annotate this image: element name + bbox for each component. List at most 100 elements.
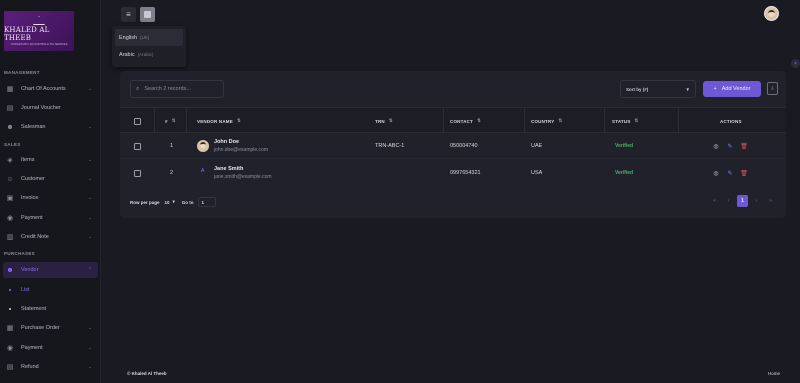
- delete-icon[interactable]: 🗑: [740, 142, 748, 150]
- sidebar-item-items[interactable]: ◈ Items ⌄: [3, 152, 98, 168]
- rows-per-page-select[interactable]: 10 ▾: [165, 199, 175, 205]
- language-option-english[interactable]: English (UK): [115, 29, 183, 46]
- chevron-down-icon: ⌄: [87, 124, 92, 130]
- sidebar-item-label: Vendor: [21, 267, 39, 273]
- row-number: 1: [170, 143, 174, 149]
- language-icon: [144, 11, 151, 18]
- chart-icon: ▦: [6, 86, 14, 93]
- sidebar-subitem-list[interactable]: List: [9, 283, 30, 297]
- vendor-name-cell: John Doe john.doe@example.com: [214, 133, 268, 159]
- page-button-current[interactable]: 1: [737, 195, 748, 207]
- add-vendor-button[interactable]: + Add Vendor: [703, 81, 761, 97]
- table-footer: Row per page 10 ▾ Go to 1 « ‹ 1 › »: [120, 193, 786, 211]
- view-icon[interactable]: ◎: [712, 142, 720, 150]
- sort-icon: ⇅: [558, 118, 563, 123]
- menu-toggle-button[interactable]: ≡: [121, 7, 136, 22]
- user-icon: ☺: [6, 175, 14, 183]
- next-page-icon[interactable]: ›: [751, 195, 762, 207]
- user-avatar[interactable]: [764, 6, 779, 21]
- sidebar: KHALED AL THEEB CONSULTANCY ACCOUNTING &…: [0, 0, 101, 383]
- vendor-name[interactable]: Jane Smith: [214, 166, 243, 172]
- language-option-arabic[interactable]: Arabic (Arabic): [115, 46, 183, 63]
- header-trn[interactable]: TRN ⇅: [375, 108, 393, 134]
- column-divider: [154, 108, 155, 134]
- search-input[interactable]: [144, 86, 220, 92]
- sidebar-item-label: Journal Voucher: [21, 105, 61, 111]
- row-actions: ◎ ✎ 🗑: [712, 160, 748, 186]
- row-checkbox[interactable]: [134, 142, 141, 150]
- last-page-icon[interactable]: »: [765, 195, 776, 207]
- table-row[interactable]: 1 John Doe john.doe@example.com TRN-ABC-…: [120, 133, 786, 159]
- header-label: COUNTRY: [531, 118, 555, 124]
- note-icon: ▥: [6, 234, 14, 241]
- customizer-toggle[interactable]: ×: [791, 59, 800, 68]
- brand-logo[interactable]: KHALED AL THEEB CONSULTANCY ACCOUNTING &…: [4, 11, 74, 51]
- sidebar-item-journal-voucher[interactable]: ▤ Journal Voucher: [3, 100, 98, 116]
- column-divider: [524, 108, 525, 134]
- avatar-face: [768, 10, 775, 17]
- select-all-checkbox[interactable]: [134, 117, 141, 125]
- sort-icon: ⇅: [477, 118, 482, 123]
- language-code: (UK): [140, 35, 150, 40]
- header-label: #: [165, 118, 168, 124]
- sidebar-item-label: Customer: [21, 176, 45, 182]
- sort-select[interactable]: Sort by (#) ▼: [620, 80, 696, 98]
- sidebar-item-invoice[interactable]: ▣ Invoice ⌄: [3, 190, 98, 206]
- header-label: CONTACT: [450, 118, 474, 124]
- sidebar-item-vendor[interactable]: ☻ Vendor ⌃: [3, 262, 98, 278]
- sidebar-item-purchase-order[interactable]: ▦ Purchase Order ⌄: [3, 320, 98, 336]
- close-icon: ×: [794, 60, 797, 67]
- header-label: STATUS: [612, 118, 631, 124]
- language-code: (Arabic): [137, 52, 154, 57]
- goto-input[interactable]: 1: [197, 197, 216, 207]
- vendor-contact: 0997654321: [450, 170, 481, 176]
- sidebar-item-credit-note[interactable]: ▥ Credit Note ⌄: [3, 229, 98, 245]
- sidebar-item-payment[interactable]: ◉ Payment ⌄: [3, 210, 98, 226]
- sidebar-subitem-statement[interactable]: Statement: [9, 302, 46, 316]
- avatar-face: [200, 142, 206, 148]
- sidebar-item-payment-purchases[interactable]: ◉ Payment ⌄: [3, 340, 98, 356]
- sidebar-item-label: Salesman: [21, 124, 46, 130]
- vendor-name[interactable]: John Doe: [214, 139, 239, 145]
- sidebar-item-label: Invoice: [21, 195, 39, 201]
- header-country[interactable]: COUNTRY ⇅: [531, 108, 562, 134]
- chevron-down-icon: ⌄: [87, 86, 92, 92]
- edit-icon[interactable]: ✎: [726, 142, 734, 150]
- sort-icon: ⇅: [388, 118, 393, 123]
- row-checkbox[interactable]: [134, 169, 141, 177]
- vendor-country: USA: [531, 170, 543, 176]
- cart-icon: ▦: [6, 325, 14, 332]
- header-actions: ACTIONS: [720, 108, 742, 134]
- language-button[interactable]: [140, 7, 155, 22]
- copyright: © Khaled Al Theeb: [127, 371, 167, 376]
- sidebar-item-label: Purchase Order: [21, 325, 60, 331]
- brand-name: KHALED AL THEEB: [4, 26, 50, 42]
- row-number: 2: [170, 170, 174, 176]
- edit-icon[interactable]: ✎: [726, 169, 734, 177]
- export-button[interactable]: ⇩: [767, 82, 778, 95]
- sidebar-item-salesman[interactable]: ☻ Salesman ⌄: [3, 119, 98, 135]
- header-status[interactable]: STATUS ⇅: [612, 108, 639, 134]
- vendor-table-card: ⌕ Sort by (#) ▼ + Add Vendor ⇩ # ⇅ VENDO…: [120, 71, 786, 218]
- table-row[interactable]: 2 A Jane Smith jane.smith@example.com 09…: [120, 160, 786, 186]
- home-link[interactable]: Home: [768, 371, 780, 376]
- header-vendor-name[interactable]: VENDOR NAME ⇅: [197, 108, 241, 134]
- users-icon: ☻: [6, 123, 14, 131]
- vendor-email: john.doe@example.com: [214, 147, 268, 153]
- sidebar-item-customer[interactable]: ☺ Customer ⌄: [3, 171, 98, 187]
- delete-icon[interactable]: 🗑: [740, 169, 748, 177]
- search-icon: ⌕: [136, 85, 140, 92]
- first-page-icon[interactable]: «: [709, 195, 720, 207]
- search-box[interactable]: ⌕: [130, 80, 224, 98]
- header-contact[interactable]: CONTACT ⇅: [450, 108, 481, 134]
- header-number[interactable]: # ⇅: [165, 108, 176, 134]
- chevron-down-icon: ⌄: [87, 215, 92, 221]
- pagination: « ‹ 1 › »: [709, 195, 776, 207]
- prev-page-icon[interactable]: ‹: [723, 195, 734, 207]
- view-icon[interactable]: ◎: [712, 169, 720, 177]
- sidebar-item-chart-of-accounts[interactable]: ▦ Chart Of Accounts ⌄: [3, 81, 98, 97]
- sidebar-item-refund[interactable]: ▤ Refund ⌄: [3, 359, 98, 375]
- status-badge: Verified: [615, 170, 634, 176]
- export-icon: ⇩: [770, 85, 775, 92]
- column-divider: [604, 108, 605, 134]
